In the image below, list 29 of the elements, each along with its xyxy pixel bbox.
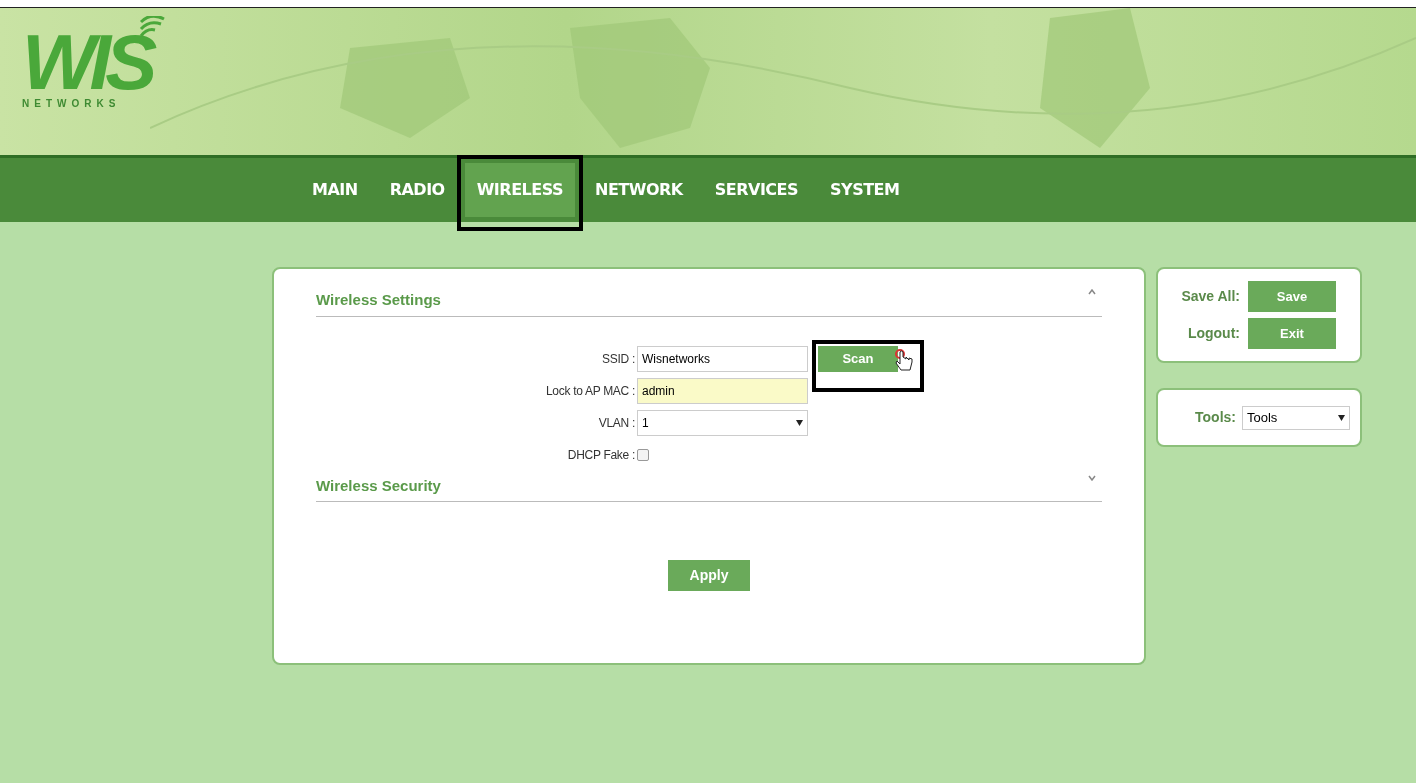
- checkbox[interactable]: [637, 448, 649, 461]
- scan-button[interactable]: Scan: [818, 345, 898, 372]
- action-button[interactable]: Save: [1248, 281, 1336, 312]
- nav-tab[interactable]: MAIN: [300, 163, 370, 217]
- vlan-dropdown[interactable]: 1: [637, 409, 808, 436]
- dropdown-arrow-icon: [796, 419, 803, 426]
- nav-tab[interactable]: RADIO: [377, 163, 457, 217]
- hand-cursor-icon: [894, 347, 914, 372]
- nav-tab[interactable]: WIRELESS: [464, 163, 575, 217]
- field-label: VLAN :: [597, 414, 636, 432]
- collapse-caret-icon[interactable]: [1088, 289, 1096, 295]
- action-label: Save All:: [1180, 287, 1240, 306]
- nav-tab[interactable]: NETWORK: [583, 163, 695, 217]
- field-label: DHCP Fake :: [566, 446, 636, 464]
- expand-caret-icon[interactable]: [1088, 474, 1096, 481]
- action-label: Logout:: [1186, 324, 1240, 343]
- input-field[interactable]: Wisnetworks: [637, 345, 808, 372]
- input-field[interactable]: admin: [637, 377, 808, 404]
- tools-dropdown[interactable]: Tools: [1242, 405, 1350, 430]
- field-label: SSID :: [601, 350, 636, 368]
- nav-tab[interactable]: SYSTEM: [818, 163, 912, 217]
- action-button[interactable]: Exit: [1248, 318, 1336, 349]
- section-title: Wireless Settings: [316, 290, 441, 310]
- nav-tab[interactable]: SERVICES: [702, 163, 811, 217]
- field-label: Lock to AP MAC :: [544, 382, 636, 400]
- apply-button[interactable]: Apply: [667, 560, 751, 591]
- section-title: Wireless Security: [316, 475, 441, 496]
- dropdown-arrow-icon: [1338, 414, 1345, 421]
- tools-label: Tools:: [1195, 408, 1236, 427]
